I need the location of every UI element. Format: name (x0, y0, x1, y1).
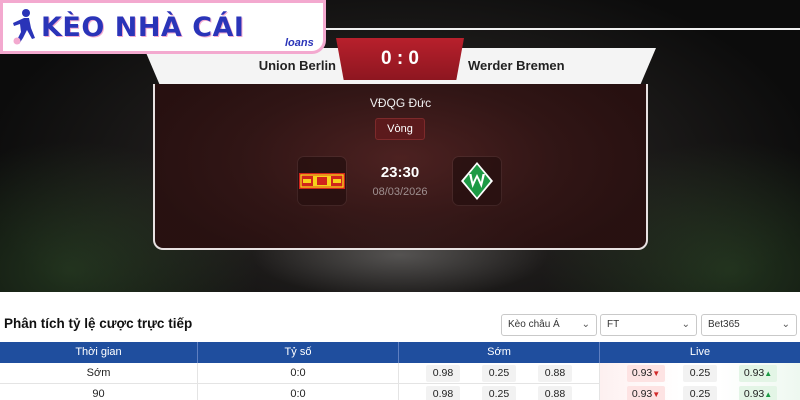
header-time: Thời gian (0, 342, 198, 363)
period-select[interactable]: FT ⌄ (600, 314, 697, 336)
handicap-type-select[interactable]: Kèo châu Á ⌄ (501, 314, 597, 336)
arrow-up-icon: ▲ (764, 390, 773, 399)
early-handicap: 0.25 (482, 386, 516, 400)
row-time: Sớm (0, 363, 198, 384)
row-score: 0:0 (198, 363, 399, 384)
kickoff-date: 08/03/2026 (372, 186, 428, 198)
live-away-value: 0.93 (743, 388, 765, 400)
union-berlin-crest-icon[interactable] (298, 157, 346, 205)
header-score: Tỷ số (198, 342, 399, 363)
odds-table-header: Thời gian Tỷ số Sớm Live (0, 342, 800, 363)
header-live: Live (600, 342, 800, 363)
live-home-odd: 0.93▼ (627, 365, 665, 382)
live-home-value: 0.93 (631, 367, 653, 379)
league-name[interactable]: VĐQG Đức (153, 96, 648, 110)
period-value: FT (607, 319, 620, 330)
arrow-down-icon: ▼ (652, 390, 661, 399)
page: KÈO NHÀ CÁI loans Union Berlin Werder Br… (0, 0, 800, 400)
row-time: 90 (0, 384, 198, 400)
live-odds: 0.93▼ 0.25 0.93▲ (600, 363, 800, 384)
handicap-type-value: Kèo châu Á (508, 319, 560, 330)
kickoff-time: 23:30 (380, 164, 420, 181)
chevron-down-icon: ⌄ (781, 319, 790, 330)
early-away-odd: 0.88 (538, 365, 572, 382)
live-handicap: 0.25 (683, 386, 717, 400)
odds-section: Phân tích tỷ lệ cược trực tiếp Kèo châu … (0, 292, 800, 400)
brand-name: KÈO NHÀ CÁI (41, 11, 245, 43)
early-odds: 0.98 0.25 0.88 (399, 384, 600, 400)
early-home-odd: 0.98 (426, 365, 460, 382)
chevron-down-icon: ⌄ (581, 319, 590, 330)
early-home-odd: 0.98 (426, 386, 460, 400)
live-handicap: 0.25 (683, 365, 717, 382)
early-odds: 0.98 0.25 0.88 (399, 363, 600, 384)
odds-title: Phân tích tỷ lệ cược trực tiếp (4, 316, 193, 331)
row-score: 0:0 (198, 384, 399, 400)
footballer-icon (9, 7, 39, 47)
live-odds: 0.93▼ 0.25 0.93▲ (600, 384, 800, 400)
round-button[interactable]: Vòng (375, 118, 425, 140)
brand-suffix: loans (285, 37, 314, 49)
arrow-up-icon: ▲ (764, 369, 773, 378)
arrow-down-icon: ▼ (652, 369, 661, 378)
live-home-odd: 0.93▼ (627, 386, 665, 400)
bookmaker-select[interactable]: Bet365 ⌄ (701, 314, 797, 336)
header-early: Sớm (399, 342, 600, 363)
away-team-name[interactable]: Werder Bremen (468, 48, 668, 84)
live-away-value: 0.93 (743, 367, 765, 379)
live-away-odd: 0.93▲ (739, 386, 777, 400)
live-away-odd: 0.93▲ (739, 365, 777, 382)
chevron-down-icon: ⌄ (681, 319, 690, 330)
site-logo[interactable]: KÈO NHÀ CÁI loans (0, 0, 326, 54)
table-row[interactable]: 90 0:0 0.98 0.25 0.88 0.93▼ 0.25 0.93▲ (0, 384, 800, 400)
match-score: 0 : 0 (336, 38, 464, 80)
early-away-odd: 0.88 (538, 386, 572, 400)
bookmaker-value: Bet365 (708, 319, 740, 330)
live-home-value: 0.93 (631, 388, 653, 400)
table-row[interactable]: Sớm 0:0 0.98 0.25 0.88 0.93▼ 0.25 0.93▲ (0, 363, 800, 384)
werder-bremen-crest-icon[interactable] (453, 157, 501, 205)
early-handicap: 0.25 (482, 365, 516, 382)
